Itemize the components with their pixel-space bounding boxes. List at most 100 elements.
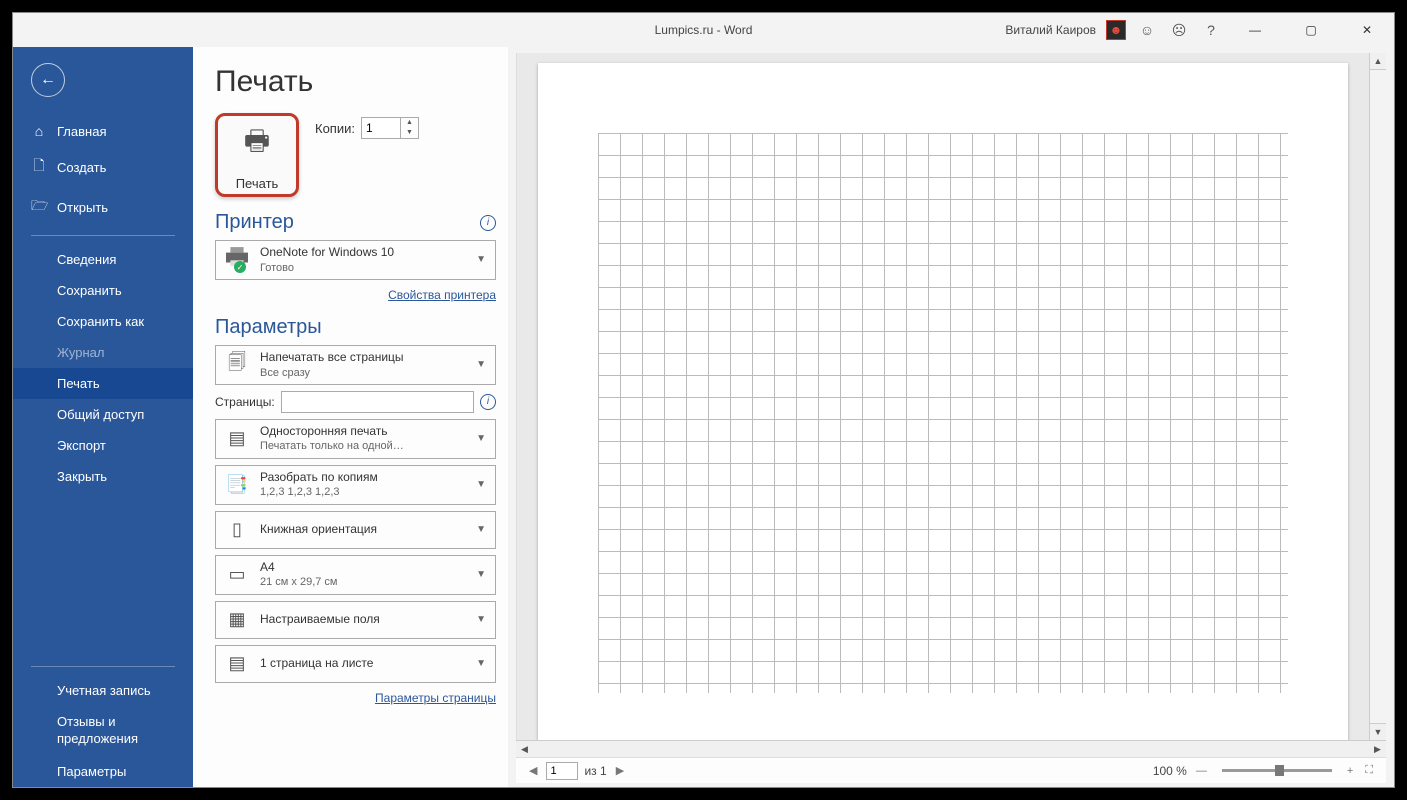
minimize-button[interactable]: — (1232, 13, 1278, 47)
print-range-sub: Все сразу (260, 366, 465, 380)
scroll-track[interactable] (1370, 70, 1386, 723)
nav-history[interactable]: Журнал (13, 337, 193, 368)
print-settings-panel: Печать 🖶 Печать Копии: ▲▼ (193, 47, 508, 787)
nav-export-label: Экспорт (57, 438, 106, 453)
chevron-down-icon: ▼ (473, 569, 489, 580)
nav-feedback[interactable]: Отзывы ипредложения (13, 706, 193, 756)
preview-statusbar: ◀ из 1 ▶ 100 % — + ⛶ (516, 757, 1386, 783)
sides-select[interactable]: ▤ Односторонняя печать Печатать только н… (215, 419, 496, 459)
copies-input[interactable] (362, 118, 400, 138)
nav-share[interactable]: Общий доступ (13, 399, 193, 430)
print-range-title: Напечатать все страницы (260, 350, 465, 366)
horizontal-scrollbar[interactable]: ◀ ▶ (516, 740, 1386, 757)
nav-save[interactable]: Сохранить (13, 275, 193, 306)
print-button[interactable]: 🖶 Печать (215, 113, 299, 197)
open-icon: 🗁 (31, 195, 47, 219)
margins-title: Настраиваемые поля (260, 612, 465, 628)
print-preview-area: ▲ ▼ ◀ ▶ ◀ из 1 ▶ 100 % — (508, 47, 1394, 787)
maximize-button[interactable]: ▢ (1288, 13, 1334, 47)
user-name[interactable]: Виталий Каиров (1005, 23, 1096, 37)
smile-icon[interactable]: ☺ (1136, 22, 1158, 38)
printer-status: Готово (260, 261, 465, 275)
chevron-down-icon: ▼ (473, 433, 489, 444)
nav-account[interactable]: Учетная запись (13, 675, 193, 706)
help-icon[interactable]: ? (1200, 22, 1222, 38)
zoom-in-button[interactable]: + (1344, 765, 1356, 777)
collate-icon: 📑 (222, 474, 252, 495)
pages-input[interactable] (281, 391, 474, 413)
pages-per-sheet-title: 1 страница на листе (260, 656, 465, 672)
printer-properties-link[interactable]: Свойства принтера (215, 288, 496, 302)
printer-select[interactable]: ✓ OneNote for Windows 10 Готово ▼ (215, 240, 496, 280)
copies-label: Копии: (315, 121, 355, 136)
pages-icon: 🗐 (222, 350, 252, 380)
portrait-icon: ▯ (222, 519, 252, 540)
back-button[interactable]: ← (31, 63, 65, 97)
spinner-down[interactable]: ▼ (401, 128, 418, 138)
print-range-select[interactable]: 🗐 Напечатать все страницы Все сразу ▼ (215, 345, 496, 385)
printer-heading: Принтер (215, 211, 294, 234)
nav-options[interactable]: Параметры (13, 756, 193, 787)
nav-open[interactable]: 🗁Открыть (13, 187, 193, 227)
nav-info-label: Сведения (57, 252, 116, 267)
close-button[interactable]: ✕ (1344, 13, 1390, 47)
margins-select[interactable]: ▦ Настраиваемые поля ▼ (215, 601, 496, 639)
scroll-left-button[interactable]: ◀ (516, 744, 533, 755)
nav-account-label: Учетная запись (57, 683, 151, 698)
printer-ready-icon: ✓ (234, 261, 246, 273)
prev-page-button[interactable]: ◀ (526, 764, 540, 777)
spinner-up[interactable]: ▲ (401, 118, 418, 128)
nav-export[interactable]: Экспорт (13, 430, 193, 461)
pages-per-sheet-select[interactable]: ▤ 1 страница на листе ▼ (215, 645, 496, 683)
page-setup-link[interactable]: Параметры страницы (215, 691, 496, 705)
collate-select[interactable]: 📑 Разобрать по копиям 1,2,3 1,2,3 1,2,3 … (215, 465, 496, 505)
nav-history-label: Журнал (57, 345, 104, 360)
sheet-icon: ▤ (222, 653, 252, 674)
chevron-down-icon: ▼ (473, 614, 489, 625)
frown-icon[interactable]: ☹ (1168, 22, 1190, 39)
zoom-slider[interactable] (1222, 769, 1332, 772)
nav-info[interactable]: Сведения (13, 244, 193, 275)
page-number-input[interactable] (546, 762, 578, 780)
nav-home-label: Главная (57, 124, 106, 139)
nav-saveas[interactable]: Сохранить как (13, 306, 193, 337)
titlebar: Lumpics.ru - Word Виталий Каиров ☻ ☺ ☹ ?… (13, 13, 1394, 47)
printer-info-icon[interactable]: i (480, 215, 496, 231)
vertical-scrollbar[interactable]: ▲ ▼ (1369, 53, 1386, 740)
print-button-label: Печать (236, 176, 279, 191)
scroll-up-button[interactable]: ▲ (1370, 53, 1386, 70)
nav-close[interactable]: Закрыть (13, 461, 193, 492)
paper-title: A4 (260, 560, 465, 576)
chevron-down-icon: ▼ (473, 254, 489, 265)
copies-spinner[interactable]: ▲▼ (361, 117, 419, 139)
paper-size-select[interactable]: ▭ A4 21 см x 29,7 см ▼ (215, 555, 496, 595)
scroll-down-button[interactable]: ▼ (1370, 723, 1386, 740)
nav-feedback-label2: предложения (57, 731, 138, 746)
next-page-button[interactable]: ▶ (613, 764, 627, 777)
orientation-select[interactable]: ▯ Книжная ориентация ▼ (215, 511, 496, 549)
nav-divider-bottom (31, 666, 175, 667)
nav-divider (31, 235, 175, 236)
page-count-label: из 1 (584, 764, 606, 778)
nav-home[interactable]: ⌂Главная (13, 115, 193, 147)
fit-to-window-button[interactable]: ⛶ (1362, 764, 1376, 777)
avatar[interactable]: ☻ (1106, 20, 1126, 40)
chevron-down-icon: ▼ (473, 524, 489, 535)
pages-info-icon[interactable]: i (480, 394, 496, 410)
window-title: Lumpics.ru - Word (655, 23, 753, 37)
settings-heading: Параметры (215, 316, 322, 339)
nav-new[interactable]: 🗋Создать (13, 147, 193, 187)
collate-sub: 1,2,3 1,2,3 1,2,3 (260, 485, 465, 499)
page-title: Печать (215, 65, 496, 99)
zoom-out-button[interactable]: — (1193, 765, 1210, 777)
nav-share-label: Общий доступ (57, 407, 144, 422)
nav-options-label: Параметры (57, 764, 126, 779)
zoom-level-label: 100 % (1153, 764, 1187, 778)
backstage-sidebar: ← ⌂Главная 🗋Создать 🗁Открыть Сведения Со… (13, 47, 193, 787)
new-icon: 🗋 (31, 155, 47, 179)
sides-sub: Печатать только на одной… (260, 439, 465, 453)
chevron-down-icon: ▼ (473, 479, 489, 490)
pages-label: Страницы: (215, 395, 275, 409)
nav-print[interactable]: Печать (13, 368, 193, 399)
scroll-right-button[interactable]: ▶ (1369, 744, 1386, 755)
